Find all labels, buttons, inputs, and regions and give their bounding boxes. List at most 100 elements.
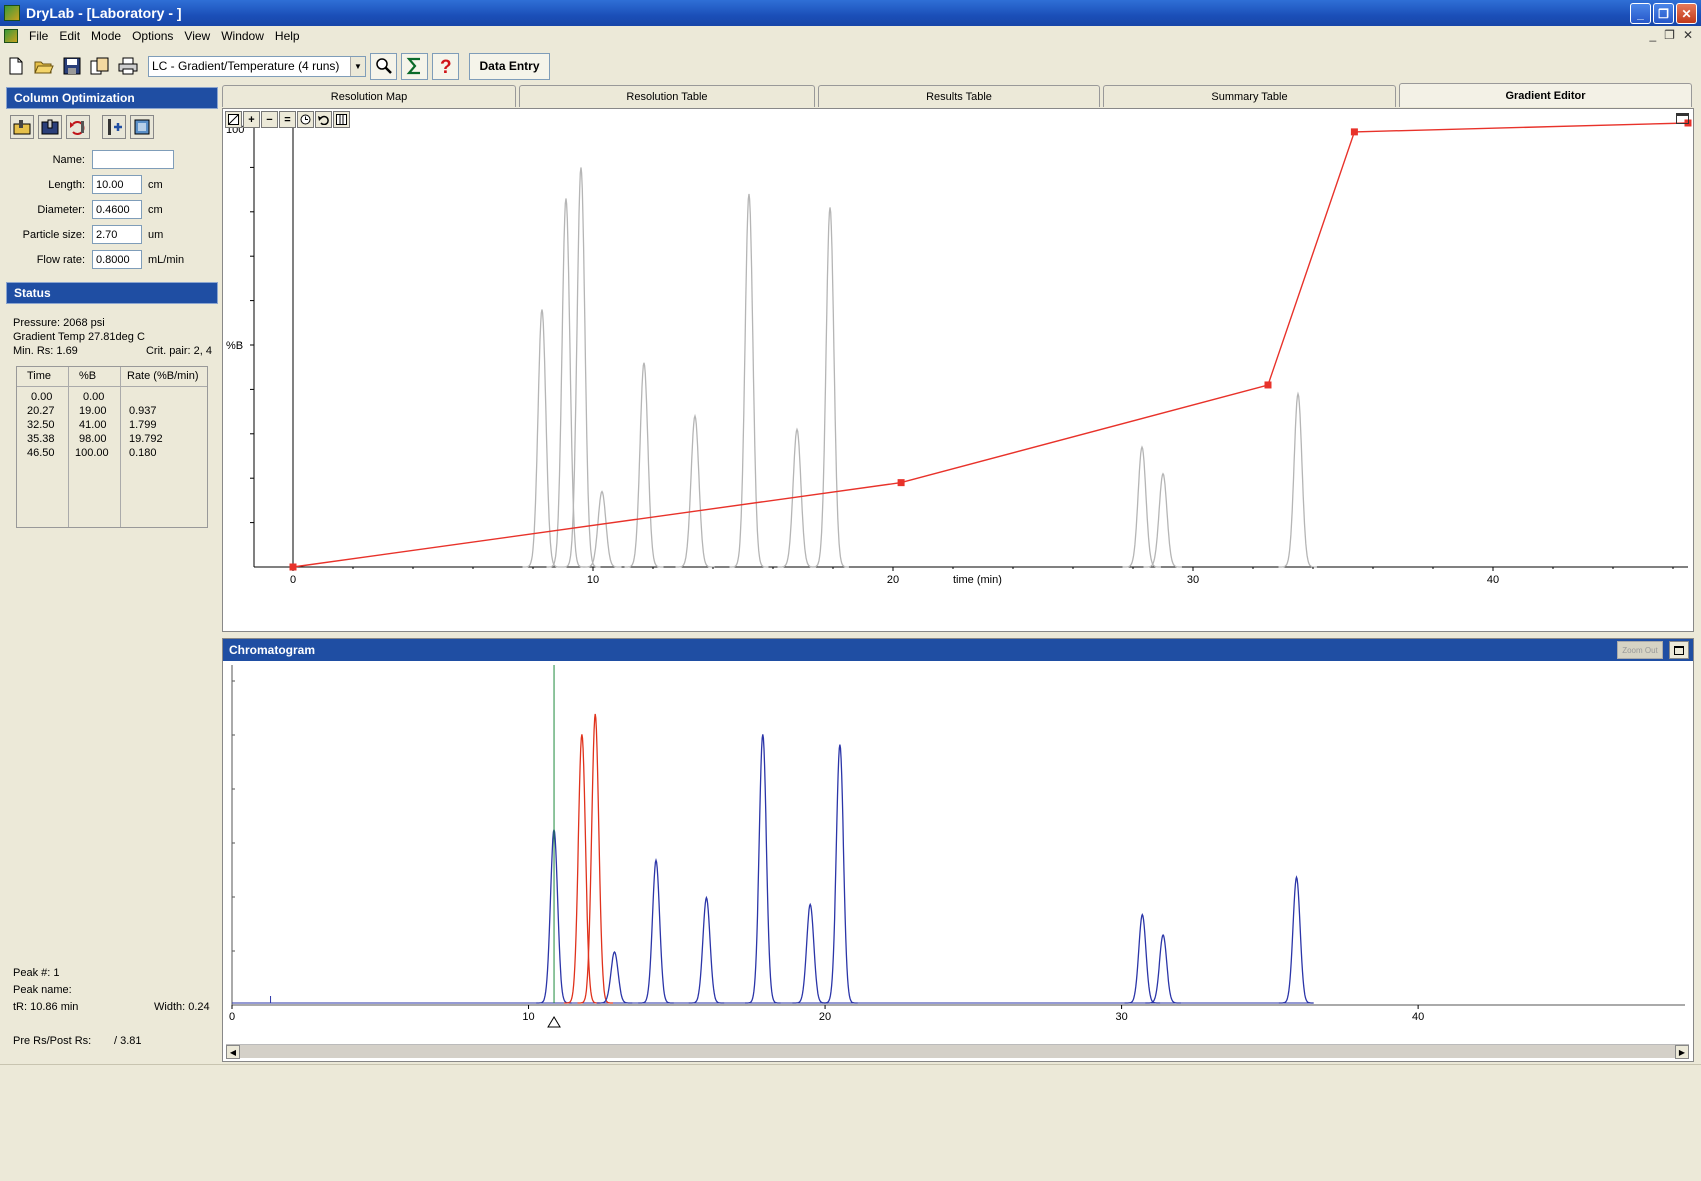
maximize-icon[interactable] (1676, 113, 1689, 124)
maximize-icon[interactable] (1669, 641, 1689, 659)
mdi-restore-button[interactable]: ❐ (1664, 28, 1675, 42)
chromatogram-peak (688, 895, 725, 1004)
tab-results-table[interactable]: Results Table (818, 85, 1100, 107)
header-pct-b: %B (79, 370, 97, 382)
column-settings-icon[interactable] (130, 115, 154, 139)
menu-window[interactable]: Window (221, 29, 264, 43)
mode-select[interactable]: LC - Gradient/Temperature (4 runs) ▼ (148, 55, 366, 77)
open-folder-icon[interactable] (32, 54, 56, 78)
peak-tr: tR: 10.86 min (13, 1001, 79, 1013)
sigma-icon[interactable] (401, 52, 428, 80)
peak-marker-handle[interactable] (547, 1016, 561, 1028)
scroll-left-icon[interactable]: ◀ (226, 1045, 240, 1059)
horizontal-scrollbar[interactable]: ◀ ▶ (226, 1044, 1689, 1059)
zoom-icon[interactable] (370, 52, 397, 80)
close-button[interactable]: ✕ (1676, 3, 1697, 24)
table-cell: 35.38 (27, 433, 55, 445)
svg-text:?: ? (440, 57, 452, 76)
gradient-node[interactable] (1264, 381, 1272, 389)
status-info: Pressure: 2068 psi Gradient Temp 27.81de… (6, 310, 218, 358)
restore-button[interactable]: ❐ (1653, 3, 1674, 24)
diameter-field[interactable]: 0.4600 (92, 200, 142, 219)
chevron-down-icon[interactable]: ▼ (350, 56, 365, 76)
minimize-button[interactable]: _ (1630, 3, 1651, 24)
gradient-node[interactable] (289, 563, 297, 571)
table-icon[interactable] (333, 111, 350, 128)
x-tick-label: 0 (229, 1011, 235, 1023)
menu-help[interactable]: Help (275, 29, 300, 43)
document-icon[interactable] (4, 28, 18, 43)
x-tick-label: 20 (887, 574, 899, 586)
background-peak (1122, 445, 1161, 568)
tab-gradient-editor[interactable]: Gradient Editor (1399, 83, 1692, 107)
flow-rate-unit: mL/min (148, 253, 185, 266)
min-rs-text: Min. Rs: 1.69 (13, 345, 78, 357)
window-title: DryLab - [Laboratory - ] (26, 5, 182, 21)
remove-point-button[interactable]: − (261, 111, 278, 128)
flow-rate-field[interactable]: 0.8000 (92, 250, 142, 269)
header-rate: Rate (%B/min) (127, 370, 199, 382)
view-tabs: Resolution Map Resolution Table Results … (222, 83, 1694, 108)
tab-summary-table[interactable]: Summary Table (1103, 85, 1396, 107)
gradient-temp-text: Gradient Temp 27.81deg C (13, 331, 145, 343)
menu-view[interactable]: View (184, 29, 210, 43)
help-icon[interactable]: ? (432, 52, 459, 80)
x-tick-label: 20 (819, 1011, 831, 1023)
background-peak (624, 362, 664, 568)
flow-rate-label: Flow rate: (36, 253, 85, 266)
equalize-button[interactable]: = (279, 111, 296, 128)
column-optimization-header: Column Optimization (6, 87, 218, 109)
background-peak (1278, 391, 1317, 568)
peak-width: Width: 0.24 (154, 1001, 210, 1013)
table-cell: 41.00 (79, 419, 107, 431)
chromatogram-peak (745, 734, 781, 1004)
background-peak (546, 198, 586, 568)
add-column-icon[interactable] (102, 115, 126, 139)
data-entry-button[interactable]: Data Entry (469, 52, 550, 80)
particle-size-field[interactable]: 2.70 (92, 225, 142, 244)
clock-icon[interactable] (297, 111, 314, 128)
chromatogram-peak (792, 902, 828, 1004)
tab-resolution-map[interactable]: Resolution Map (222, 85, 516, 107)
open-column-icon[interactable] (10, 115, 34, 139)
mdi-close-button[interactable]: ✕ (1683, 28, 1693, 42)
length-unit: cm (148, 178, 163, 191)
gradient-node[interactable] (1350, 128, 1358, 136)
add-point-button[interactable]: + (243, 111, 260, 128)
name-row: Name: (6, 147, 218, 172)
chromatogram-chart[interactable]: 0 10 20 30 40 (223, 661, 1693, 1061)
gradient-editor-pane: 0 10 20 30 40 time (min) 100 %B + − = (222, 108, 1694, 632)
gradient-editor-chart[interactable]: 0 10 20 30 40time (min)100%B (223, 109, 1695, 633)
gradient-line (292, 122, 1689, 568)
chromatogram-peak (1278, 875, 1314, 1004)
table-cell: 1.799 (129, 419, 157, 431)
length-row: Length: 10.00 cm (6, 172, 218, 197)
mdi-minimize-button[interactable]: _ (1649, 28, 1656, 42)
print-icon[interactable] (116, 54, 140, 78)
menu-options[interactable]: Options (132, 29, 173, 43)
pre-post-rs-label: Pre Rs/Post Rs: (13, 1035, 92, 1047)
undo-column-icon[interactable] (66, 115, 90, 139)
rs-row: Min. Rs: 1.69 Crit. pair: 2, 4 (13, 344, 218, 358)
scroll-right-icon[interactable]: ▶ (1675, 1045, 1689, 1059)
save-column-icon[interactable] (38, 115, 62, 139)
status-header: Status (6, 282, 218, 304)
copy-icon[interactable] (88, 54, 112, 78)
menu-file[interactable]: File (29, 29, 48, 43)
title-bar: DryLab - [Laboratory - ] _ ❐ ✕ (0, 0, 1701, 26)
tab-resolution-table[interactable]: Resolution Table (519, 85, 815, 107)
menu-edit[interactable]: Edit (59, 29, 80, 43)
diameter-unit: cm (148, 203, 163, 216)
table-cell: 46.50 (27, 447, 55, 459)
zoom-out-button[interactable]: Zoom Out (1617, 641, 1663, 659)
menu-mode[interactable]: Mode (91, 29, 121, 43)
save-icon[interactable] (60, 54, 84, 78)
new-file-icon[interactable] (4, 54, 28, 78)
select-icon[interactable] (225, 111, 242, 128)
undo-icon[interactable] (315, 111, 332, 128)
name-field[interactable] (92, 150, 174, 169)
length-field[interactable]: 10.00 (92, 175, 142, 194)
gradient-node[interactable] (897, 479, 905, 487)
diameter-label: Diameter: (37, 203, 85, 216)
table-cell: 0.180 (129, 447, 157, 459)
